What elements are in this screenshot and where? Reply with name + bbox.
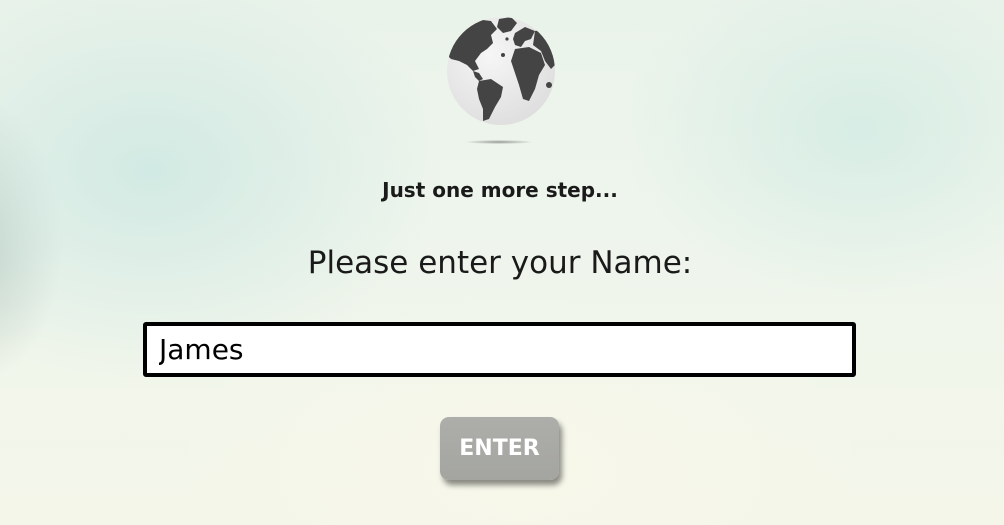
step-heading: Just one more step... <box>382 178 618 202</box>
name-input[interactable] <box>143 322 856 377</box>
globe-icon <box>445 15 557 127</box>
globe-shadow <box>466 140 532 144</box>
enter-button[interactable]: ENTER <box>440 417 559 480</box>
name-prompt-label: Please enter your Name: <box>307 245 693 281</box>
